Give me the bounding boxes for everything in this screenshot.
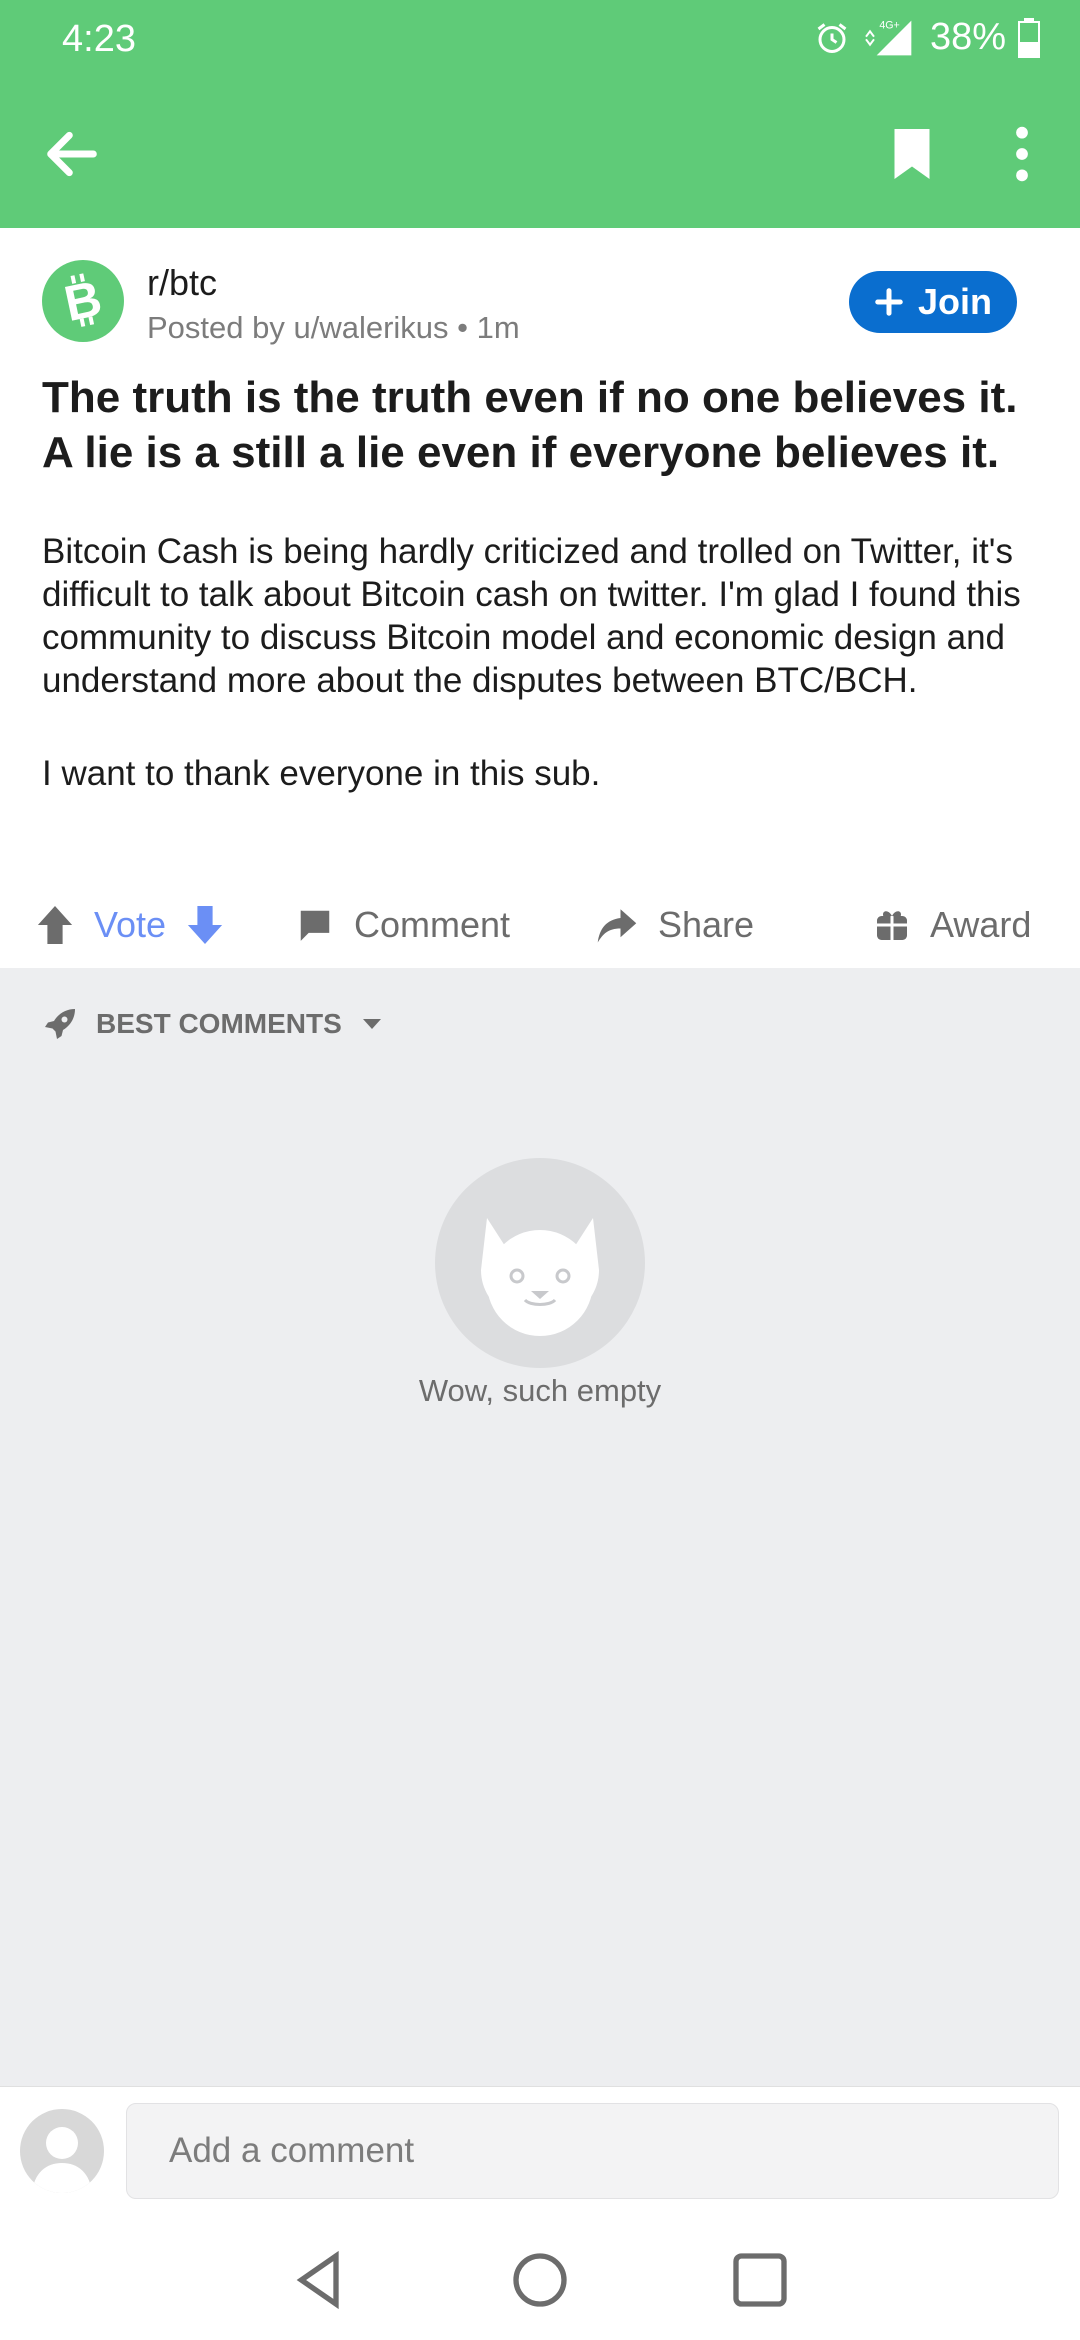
award-label: Award	[930, 904, 1032, 945]
signal-icon: 4G+	[865, 19, 912, 55]
add-comment-input[interactable]: Add a comment	[126, 2103, 1059, 2199]
comment-label: Comment	[354, 904, 511, 945]
vote-label: Vote	[94, 904, 167, 945]
nav-back-icon[interactable]	[288, 2248, 352, 2312]
comments-section: BEST COMMENTS Wow, such empty	[0, 968, 1080, 2086]
post-body-paragraph: I want to thank everyone in this sub.	[42, 754, 601, 793]
award-button[interactable]: Award	[874, 880, 1031, 970]
comment-sort-selector[interactable]: BEST COMMENTS	[42, 1006, 384, 1042]
post-body: Bitcoin Cash is being hardly criticized …	[42, 530, 1052, 845]
comment-button[interactable]: Comment	[296, 880, 510, 970]
back-arrow-icon[interactable]	[40, 122, 104, 186]
share-label: Share	[658, 904, 755, 945]
join-button[interactable]: Join	[849, 271, 1017, 333]
bitcoin-cash-icon: B	[60, 270, 107, 332]
alarm-icon	[817, 22, 847, 53]
gift-icon	[877, 911, 907, 940]
post-action-bar: Vote Comment Share Award	[0, 880, 1080, 970]
network-label: 4G+	[879, 19, 899, 31]
share-icon	[597, 909, 637, 943]
plus-icon	[875, 288, 903, 316]
more-options-icon[interactable]	[1002, 122, 1042, 186]
empty-state-text: Wow, such empty	[418, 1373, 662, 1408]
nav-recents-icon[interactable]	[728, 2248, 792, 2312]
battery-percent: 38%	[929, 16, 1006, 58]
user-silhouette-icon	[32, 2127, 92, 2193]
nav-home-icon[interactable]	[508, 2248, 572, 2312]
vote-control: Vote	[36, 880, 224, 970]
caret-down-icon	[362, 1019, 381, 1029]
empty-state-illustration	[435, 1158, 645, 1368]
rocket-icon	[45, 1009, 75, 1039]
comment-bar: Add a comment	[0, 2086, 1080, 2199]
sort-label: BEST COMMENTS	[96, 1008, 342, 1039]
post-title: The truth is the truth even if no one be…	[42, 373, 1018, 477]
subreddit-avatar[interactable]: B	[42, 260, 124, 342]
status-icons: 4G+ 38%	[814, 16, 1040, 59]
system-nav-bar	[0, 2210, 1080, 2340]
status-time: 4:23	[62, 18, 136, 60]
post-body-paragraph: Bitcoin Cash is being hardly criticized …	[42, 532, 1021, 700]
battery-icon	[1018, 17, 1040, 58]
user-avatar[interactable]	[20, 2109, 104, 2193]
join-label: Join	[917, 281, 992, 322]
status-bar: 4:23 4G+ 38%	[0, 0, 1080, 80]
comment-icon	[300, 910, 330, 941]
subreddit-name[interactable]: r/btc	[147, 262, 217, 304]
downvote-icon[interactable]	[186, 904, 224, 946]
cat-face-icon	[481, 1218, 599, 1336]
posted-by: Posted by u/walerikus • 1m	[147, 310, 520, 345]
share-button[interactable]: Share	[596, 880, 754, 970]
upvote-icon[interactable]	[36, 904, 74, 946]
app-bar	[0, 80, 1080, 228]
bookmark-icon[interactable]	[882, 122, 942, 186]
